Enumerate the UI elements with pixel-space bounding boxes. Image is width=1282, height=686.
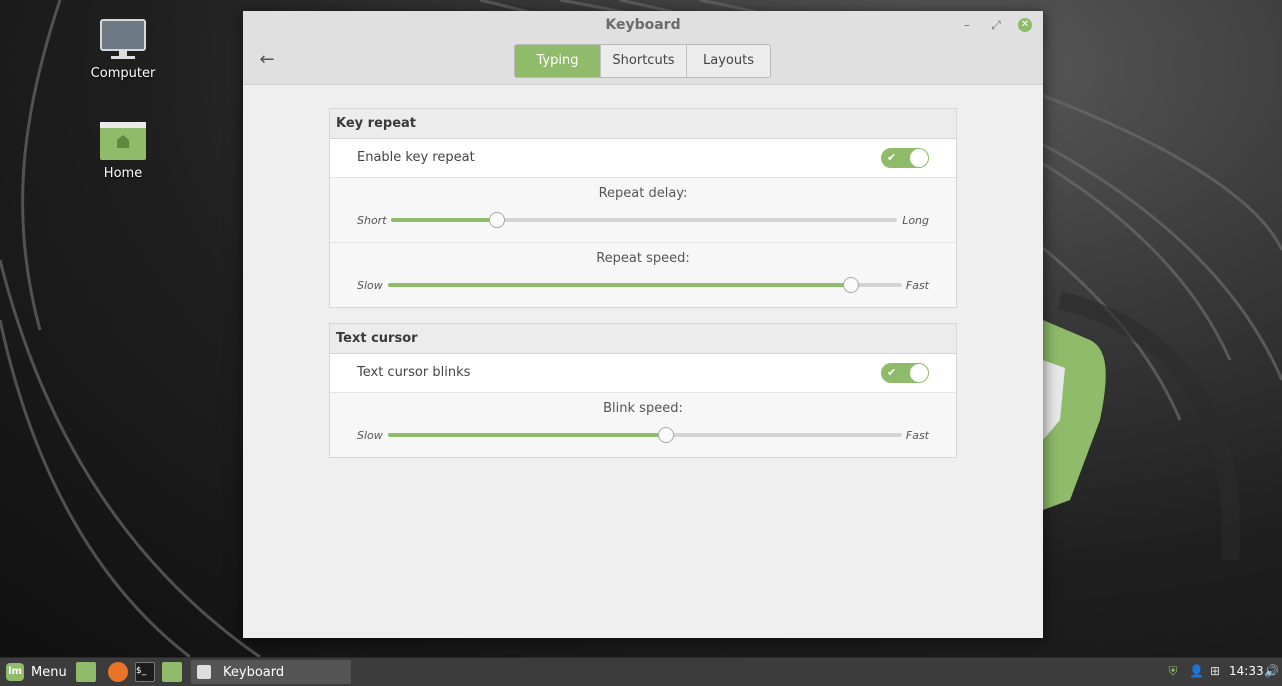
repeat-speed-row: Repeat speed: Slow Fast — [330, 243, 956, 307]
close-icon[interactable]: ✕ — [1018, 18, 1032, 32]
desktop-icon-label: Home — [103, 166, 143, 181]
slider-fill — [391, 218, 498, 222]
switch-knob — [910, 149, 928, 167]
slider-handle[interactable] — [842, 277, 859, 293]
slider-handle[interactable] — [489, 212, 506, 228]
network-icon[interactable]: ⊞ — [1208, 664, 1222, 678]
enable-key-repeat-row: Enable key repeat ✔ — [330, 139, 956, 178]
mint-logo-art — [1043, 320, 1106, 510]
repeat-delay-slider[interactable] — [391, 212, 897, 228]
taskbar-item-keyboard[interactable]: Keyboard — [191, 660, 351, 684]
desktop-icon-home[interactable]: Home — [83, 118, 163, 181]
text-cursor-blinks-switch[interactable]: ✔ — [881, 363, 929, 383]
blink-speed-row: Blink speed: Slow Fast — [330, 393, 956, 457]
computer-icon — [99, 18, 147, 62]
firefox-icon[interactable] — [108, 662, 128, 682]
tab-shortcuts[interactable]: Shortcuts — [601, 45, 687, 77]
tab-bar: Typing Shortcuts Layouts — [514, 44, 771, 78]
check-icon: ✔ — [887, 151, 897, 164]
section-text-cursor: Text cursor Text cursor blinks ✔ Blink s… — [329, 323, 957, 458]
files-icon[interactable] — [162, 662, 182, 682]
desktop-icon-label: Computer — [90, 66, 156, 81]
section-key-repeat: Key repeat Enable key repeat ✔ Repeat de… — [329, 108, 957, 308]
section-header: Text cursor — [330, 324, 956, 354]
volume-icon[interactable]: 🔊 — [1264, 664, 1279, 678]
repeat-delay-row: Repeat delay: Short Long — [330, 178, 956, 243]
enable-key-repeat-switch[interactable]: ✔ — [881, 148, 929, 168]
minimize-icon[interactable]: – — [959, 17, 975, 33]
window-title: Keyboard — [605, 17, 681, 33]
menu-button[interactable]: lm Menu — [6, 662, 67, 682]
user-icon[interactable]: 👤 — [1189, 664, 1204, 678]
slider-fill — [388, 283, 851, 287]
mint-logo-icon: lm — [6, 663, 24, 681]
tab-typing[interactable]: Typing — [515, 45, 601, 77]
shield-icon[interactable]: ⛨ — [1166, 664, 1180, 678]
slider-max-label: Long — [902, 214, 929, 227]
text-cursor-blinks-row: Text cursor blinks ✔ — [330, 354, 956, 393]
window-titlebar[interactable]: Keyboard – ⤢ ✕ ← Typing Shortcuts Layout… — [243, 11, 1043, 85]
switch-knob — [910, 364, 928, 382]
blink-speed-title: Blink speed: — [603, 401, 683, 416]
slider-handle[interactable] — [657, 427, 674, 443]
keyboard-app-icon — [197, 665, 211, 679]
show-desktop-icon[interactable] — [76, 662, 96, 682]
desktop-icon-computer[interactable]: Computer — [83, 18, 163, 81]
repeat-delay-title: Repeat delay: — [598, 186, 688, 201]
tab-layouts[interactable]: Layouts — [687, 45, 770, 77]
back-arrow-icon[interactable]: ← — [257, 50, 277, 70]
clock[interactable]: 14:33 — [1229, 664, 1264, 678]
bottom-panel: lm Menu $_ Keyboard ⛨ 👤 ⊞ 14:33 🔊 — [0, 657, 1282, 686]
slider-max-label: Fast — [905, 279, 929, 292]
slider-min-label: Short — [357, 214, 387, 227]
repeat-speed-slider[interactable] — [388, 277, 902, 293]
keyboard-window: Keyboard – ⤢ ✕ ← Typing Shortcuts Layout… — [243, 11, 1043, 638]
home-folder-icon — [99, 118, 147, 162]
slider-min-label: Slow — [357, 279, 383, 292]
section-header: Key repeat — [330, 109, 956, 139]
slider-min-label: Slow — [357, 429, 383, 442]
slider-fill — [388, 433, 666, 437]
blink-speed-slider[interactable] — [388, 427, 902, 443]
terminal-icon[interactable]: $_ — [135, 662, 155, 682]
slider-max-label: Fast — [905, 429, 929, 442]
check-icon: ✔ — [887, 366, 897, 379]
text-cursor-blinks-label: Text cursor blinks — [357, 365, 471, 380]
repeat-speed-title: Repeat speed: — [596, 251, 690, 266]
menu-label: Menu — [31, 664, 67, 680]
task-label: Keyboard — [223, 664, 285, 680]
maximize-icon[interactable]: ⤢ — [988, 17, 1004, 33]
enable-key-repeat-label: Enable key repeat — [357, 150, 475, 165]
